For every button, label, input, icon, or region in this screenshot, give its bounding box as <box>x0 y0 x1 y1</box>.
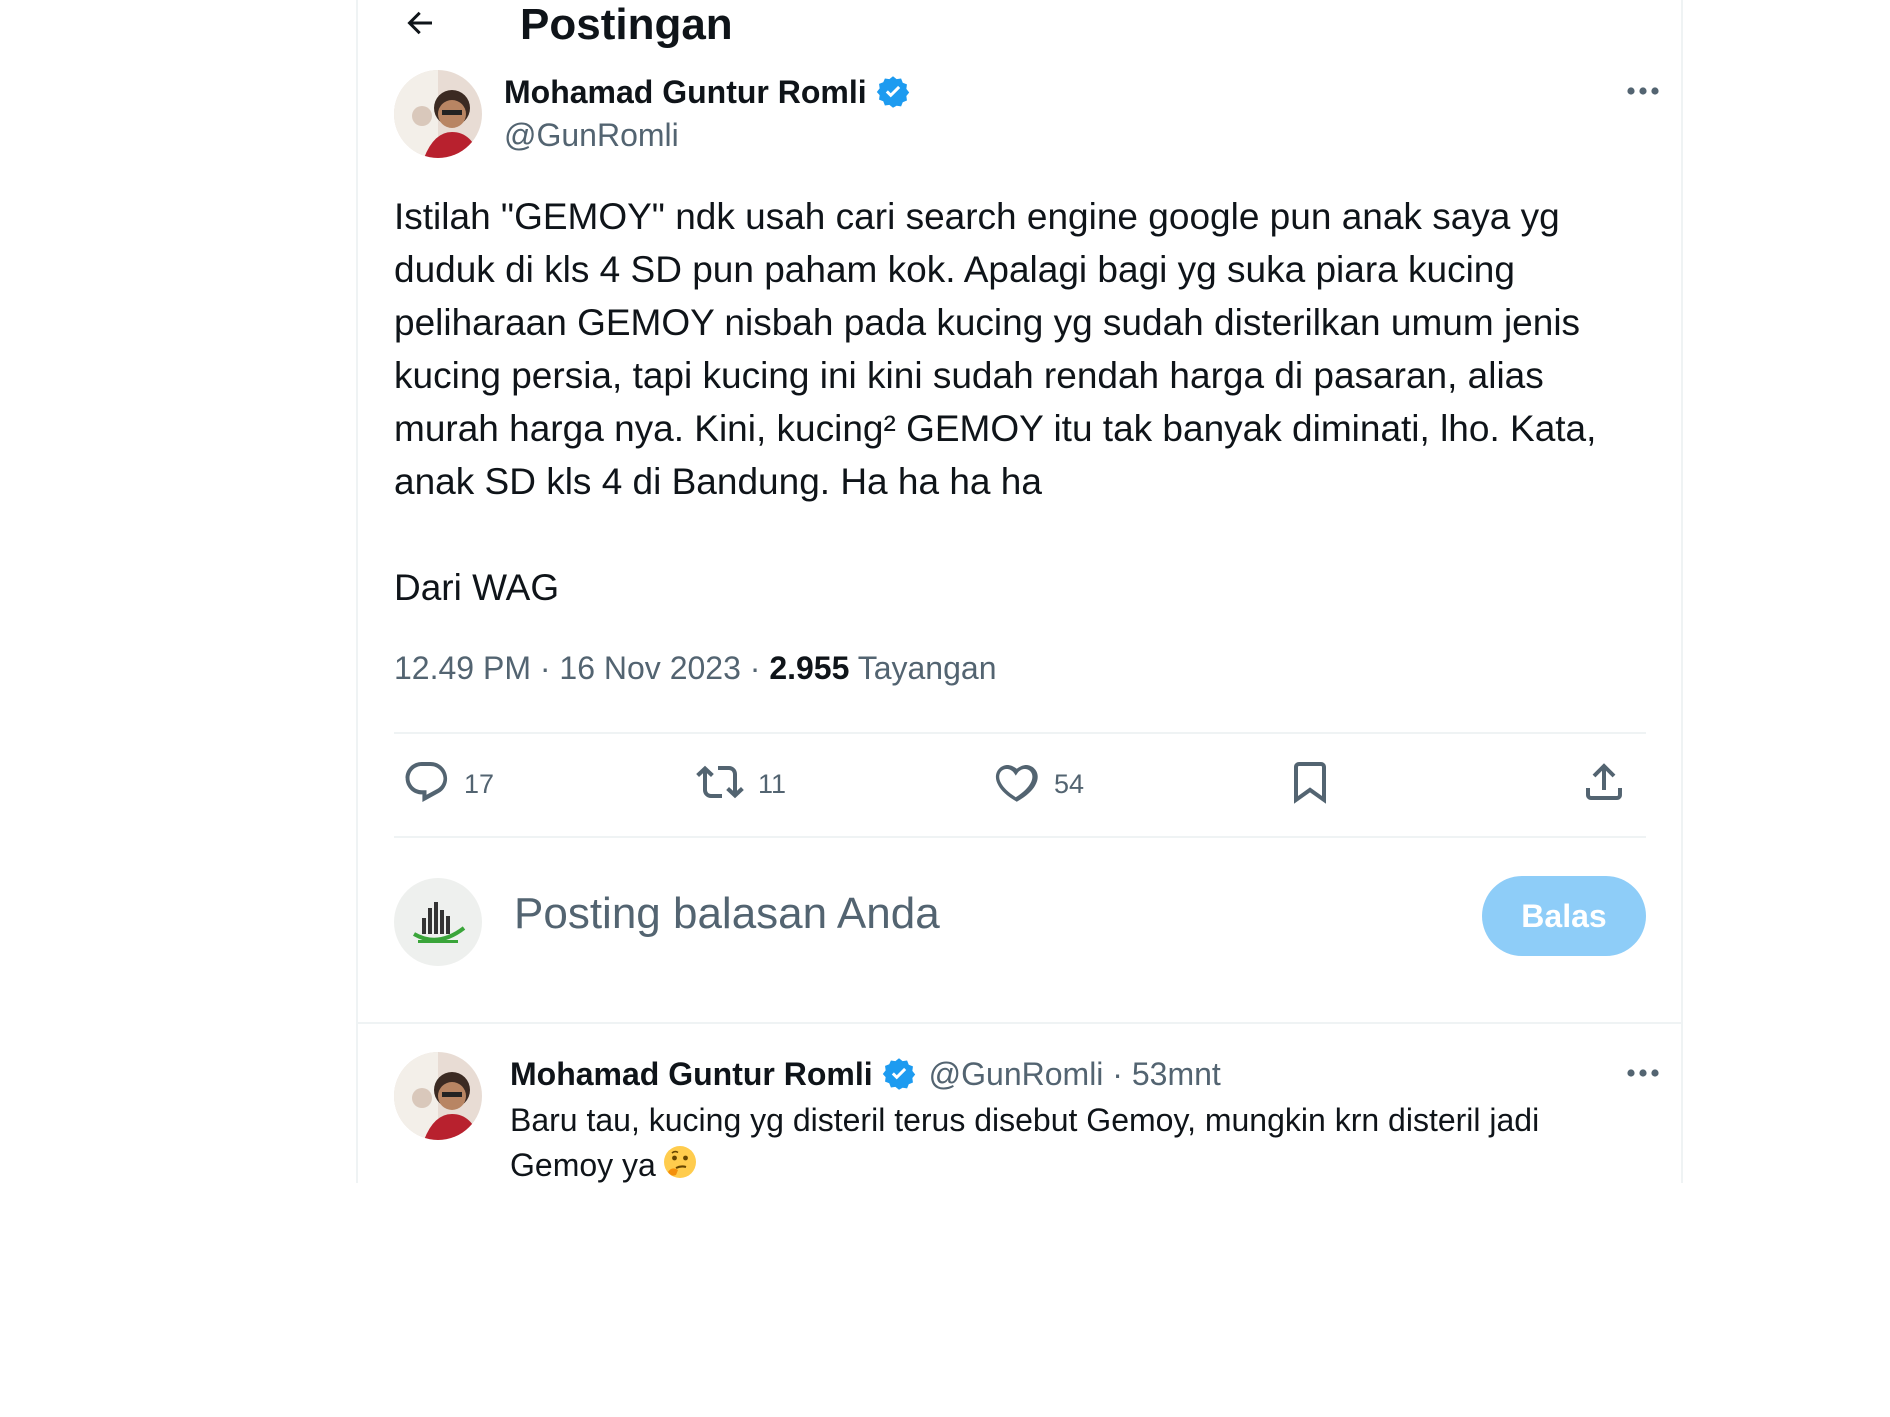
divider-top <box>394 732 1646 734</box>
reply-count: 17 <box>464 768 495 799</box>
reply-author-avatar[interactable] <box>394 1052 482 1140</box>
like-action[interactable]: 54 <box>992 754 1084 814</box>
heart-icon <box>992 758 1040 811</box>
reply-input[interactable]: Posting balasan Anda <box>514 889 940 939</box>
author-avatar[interactable] <box>394 70 482 158</box>
back-button[interactable] <box>392 0 448 50</box>
reply-text-container: Baru tau, kucing yg disteril terus diseb… <box>510 1098 1650 1192</box>
bookmark-icon <box>1286 758 1334 811</box>
reply-action[interactable]: 17 <box>402 754 494 814</box>
more-horizontal-icon <box>1625 1066 1661 1084</box>
author-name[interactable]: Mohamad Guntur Romli <box>504 70 911 114</box>
reply-author-handle[interactable]: @GunRomli <box>929 1056 1104 1092</box>
views-count: 2.955 <box>769 650 850 686</box>
author-handle[interactable]: @GunRomli <box>504 117 679 154</box>
thinking-face-emoji <box>662 1144 698 1192</box>
post-time[interactable]: 12.49 PM <box>394 650 531 686</box>
reply-author-name[interactable]: Mohamad Guntur Romli <box>510 1056 873 1093</box>
user-avatar[interactable] <box>394 878 482 966</box>
verified-badge-icon <box>881 1056 917 1092</box>
comment-icon <box>402 758 450 811</box>
reply-submit-button[interactable]: Balas <box>1482 876 1646 956</box>
reply-more-options-button[interactable] <box>1618 1055 1668 1095</box>
more-horizontal-icon <box>1625 84 1661 102</box>
more-options-button[interactable] <box>1618 73 1668 113</box>
arrow-left-icon <box>402 5 438 46</box>
views-label: Tayangan <box>857 650 997 686</box>
like-count: 54 <box>1054 768 1085 799</box>
reply-time[interactable]: 53mnt <box>1132 1056 1221 1092</box>
bookmark-action[interactable] <box>1286 754 1334 814</box>
repost-action[interactable]: 11 <box>696 754 786 814</box>
repost-count: 11 <box>758 768 787 799</box>
page-header: Postingan <box>358 0 958 75</box>
verified-badge-icon <box>875 74 911 110</box>
reply-author-line: Mohamad Guntur Romli @GunRomli · 53mnt <box>510 1055 1221 1093</box>
page-title: Postingan <box>520 0 733 49</box>
post-meta: 12.49 PM · 16 Nov 2023 · 2.955 Tayangan <box>394 650 997 686</box>
divider-bottom <box>394 836 1646 838</box>
post-date[interactable]: 16 Nov 2023 <box>559 650 740 686</box>
post-text: Istilah "GEMOY" ndk usah cari search eng… <box>394 196 1597 608</box>
action-bar: 17 11 54 <box>394 754 1646 814</box>
repost-icon <box>696 758 744 811</box>
post-detail-column: Postingan Mohamad Guntur Romli @GunRomli… <box>356 0 1683 1183</box>
share-icon <box>1580 758 1628 811</box>
section-separator <box>358 1022 1681 1024</box>
share-action[interactable] <box>1580 754 1628 814</box>
